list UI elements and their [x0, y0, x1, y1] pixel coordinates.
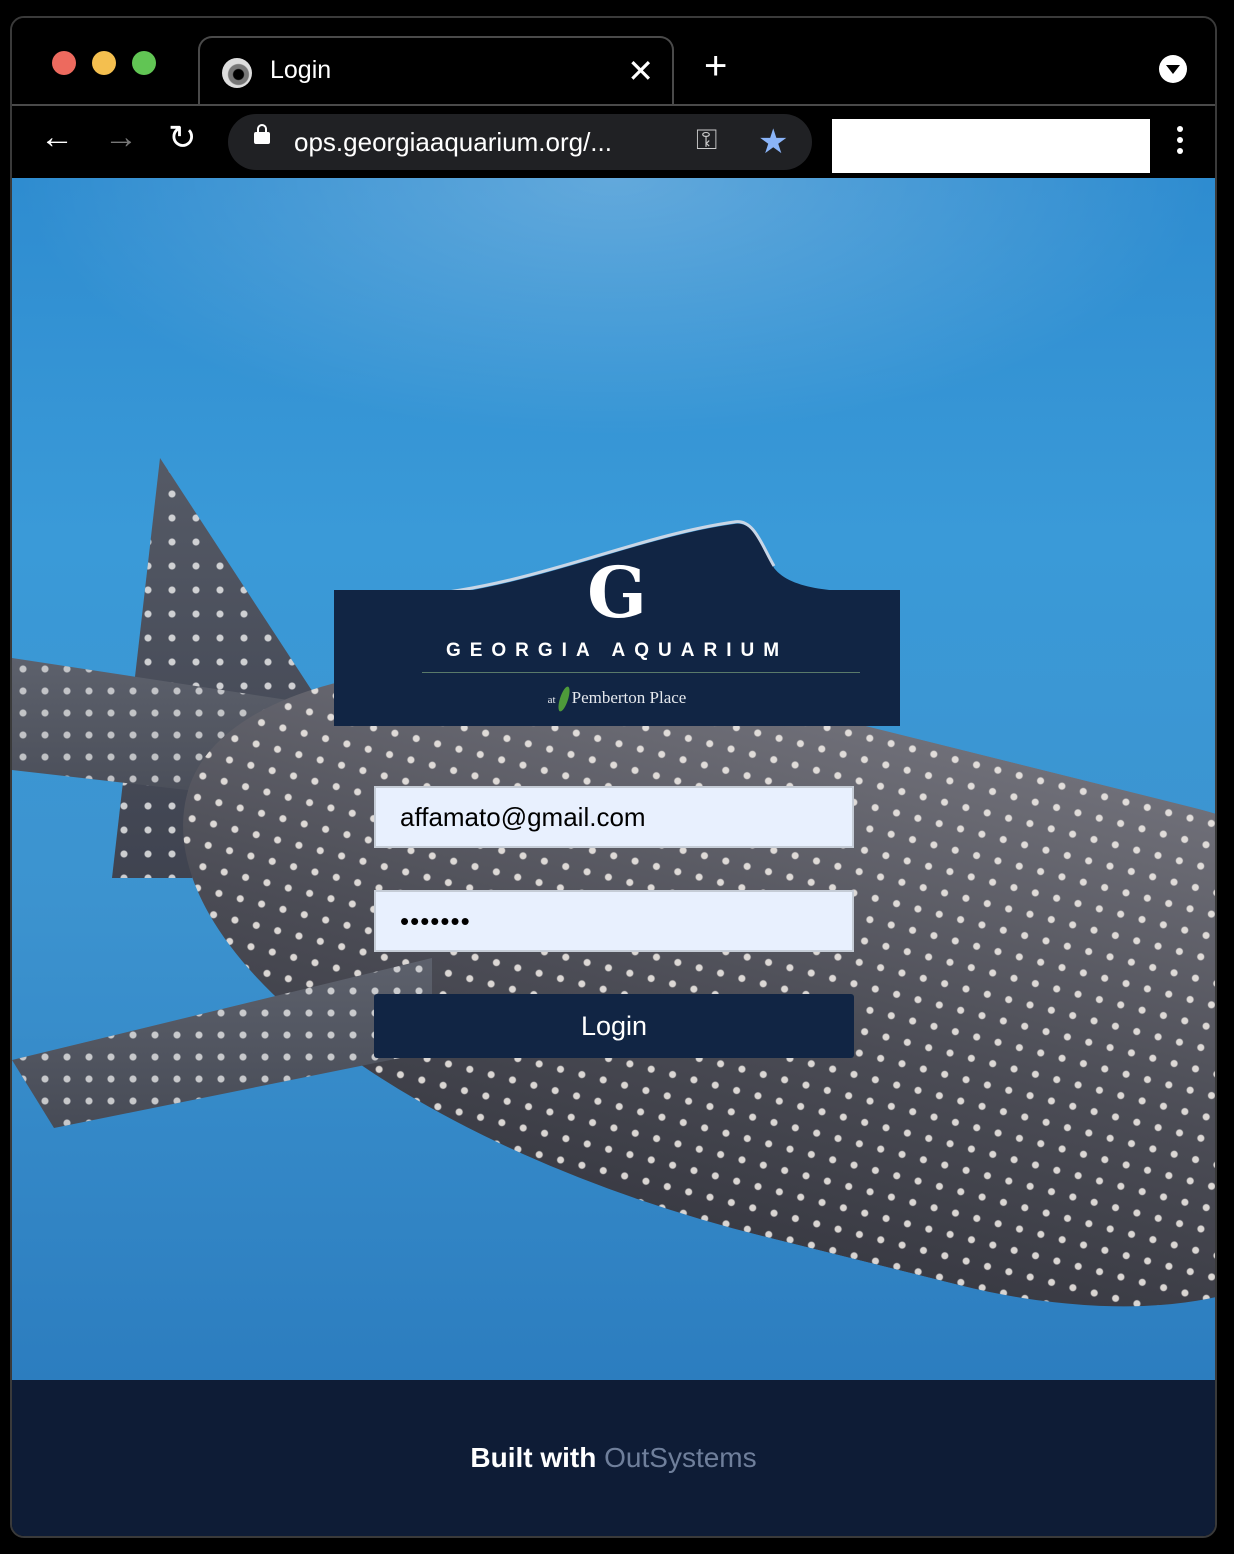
tab-strip: Login ✕ + [12, 18, 1215, 106]
favicon-icon [222, 58, 252, 88]
star-icon[interactable]: ★ [758, 122, 788, 162]
login-page: G GEORGIA AQUARIUM at Pemberton Place aff… [12, 178, 1215, 1380]
tab-search-icon[interactable] [1159, 55, 1187, 83]
key-icon[interactable]: ⚿ [696, 124, 717, 157]
browser-toolbar: ← → ↻ ops.georgiaaquarium.org/... ⚿ ★ [12, 104, 1215, 178]
logo-subtitle: at Pemberton Place [334, 685, 900, 713]
more-vertical-icon[interactable] [1177, 126, 1183, 159]
georgia-aquarium-logo: G GEORGIA AQUARIUM at Pemberton Place [334, 558, 900, 726]
footer-brand-link[interactable]: OutSystems [604, 1442, 756, 1473]
url-text[interactable]: ops.georgiaaquarium.org/... [294, 127, 612, 158]
logo-divider [422, 672, 860, 673]
footer-built-with: Built with [470, 1442, 597, 1473]
address-bar[interactable]: ops.georgiaaquarium.org/... ⚿ ★ [228, 114, 812, 170]
logo-sub-at: at [547, 693, 556, 706]
whale-shark-fin-lower [12, 958, 432, 1128]
browser-window: Login ✕ + ← → ↻ ops.georgiaaquarium.org/… [10, 16, 1217, 1538]
lock-icon[interactable] [254, 124, 270, 144]
back-icon[interactable]: ← [40, 118, 74, 157]
logo-mark: G [587, 551, 647, 634]
redacted-area [832, 119, 1150, 173]
leaf-icon [555, 685, 572, 713]
close-tab-icon[interactable]: ✕ [627, 52, 654, 90]
logo-name: GEORGIA AQUARIUM [445, 640, 789, 661]
minimize-window-button[interactable] [92, 51, 116, 75]
login-button[interactable]: Login [374, 994, 854, 1058]
logo-sub-place: Pemberton Place [571, 687, 687, 707]
new-tab-button[interactable]: + [704, 46, 727, 86]
browser-tab[interactable]: Login ✕ [198, 36, 674, 106]
water-light [12, 178, 1215, 438]
email-field[interactable]: affamato@gmail.com [374, 786, 854, 848]
close-window-button[interactable] [52, 51, 76, 75]
maximize-window-button[interactable] [132, 51, 156, 75]
reload-icon[interactable]: ↻ [168, 118, 197, 158]
footer: Built with OutSystems [12, 1380, 1215, 1536]
footer-text: Built with OutSystems [12, 1442, 1215, 1474]
tab-title: Login [270, 56, 332, 84]
forward-icon[interactable]: → [104, 118, 138, 157]
password-field[interactable]: ••••••• [374, 890, 854, 952]
